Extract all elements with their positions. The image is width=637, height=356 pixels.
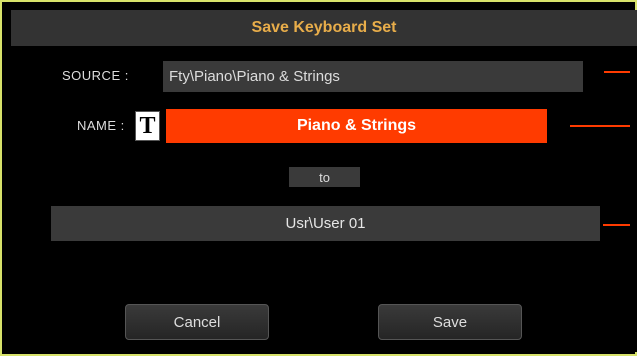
callout-line-name <box>570 125 630 127</box>
destination-field[interactable]: Usr\User 01 <box>51 206 600 241</box>
text-edit-icon[interactable]: T <box>135 111 160 141</box>
source-label: SOURCE : <box>62 68 129 83</box>
source-field: Fty\Piano\Piano & Strings <box>163 61 583 92</box>
callout-line-source <box>604 71 630 73</box>
cancel-button[interactable]: Cancel <box>125 304 269 340</box>
to-label: to <box>289 167 360 187</box>
dialog-title: Save Keyboard Set <box>11 10 637 46</box>
name-field[interactable]: Piano & Strings <box>166 109 547 143</box>
callout-line-destination <box>603 224 630 226</box>
name-label: NAME : <box>77 118 125 133</box>
save-keyboard-set-dialog: Save Keyboard Set SOURCE : Fty\Piano\Pia… <box>11 10 637 352</box>
save-button[interactable]: Save <box>378 304 522 340</box>
